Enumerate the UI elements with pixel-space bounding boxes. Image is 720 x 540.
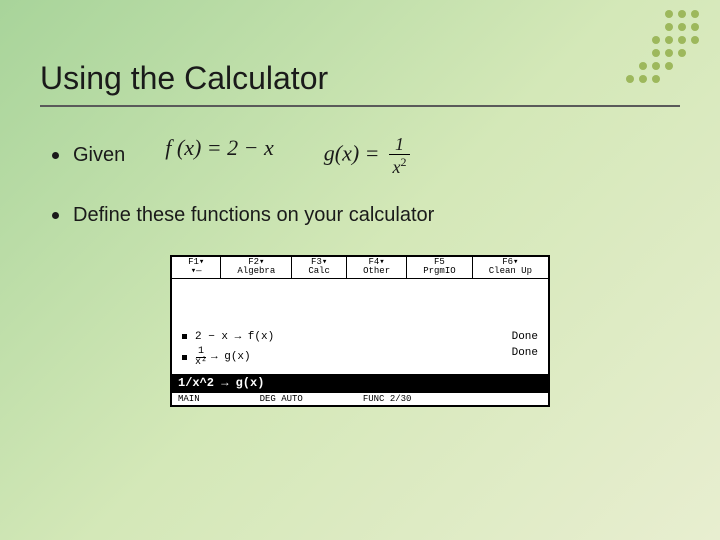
formula-g: g(x) = 1 x2	[324, 135, 410, 176]
calc-history-row: 1 x² → g(x) Done	[178, 345, 542, 370]
page-title: Using the Calculator	[40, 60, 680, 107]
calc-tab-f4: F4▾Other	[347, 257, 407, 278]
formulas: f (x) = 2 − x g(x) = 1 x2	[165, 135, 410, 176]
status-mode: DEG AUTO	[260, 394, 303, 404]
calculator-status-bar: MAIN DEG AUTO FUNC 2/30	[172, 392, 548, 405]
bullet-define-text: Define these functions on your calculato…	[73, 204, 434, 227]
bullet-define: Define these functions on your calculato…	[52, 204, 680, 227]
formula-f: f (x) = 2 − x	[165, 135, 274, 176]
calc-tab-f3: F3▾Calc	[292, 257, 347, 278]
formula-g-fraction: 1 x2	[389, 135, 410, 176]
history-marker-icon	[182, 334, 187, 339]
bullet-dot-icon	[52, 212, 59, 219]
calculator-menu: F1▾▾— F2▾Algebra F3▾Calc F4▾Other F5Prgm…	[172, 257, 548, 279]
calc-result: Done	[512, 331, 538, 343]
slide-content: Using the Calculator Given f (x) = 2 − x…	[0, 0, 720, 437]
formula-g-lhs: g(x) =	[324, 141, 380, 166]
formula-g-num: 1	[389, 135, 410, 155]
calc-tab-f6: F6▾Clean Up	[473, 257, 548, 278]
calc-expr-fraction: 1 x²	[195, 347, 207, 368]
calculator-wrap: F1▾▾— F2▾Algebra F3▾Calc F4▾Other F5Prgm…	[40, 255, 680, 407]
calc-result: Done	[512, 347, 538, 368]
calculator-screenshot: F1▾▾— F2▾Algebra F3▾Calc F4▾Other F5Prgm…	[170, 255, 550, 407]
calculator-history: 2 − x → f(x) Done 1 x² → g(x) Done	[172, 279, 548, 374]
bullet-dot-icon	[52, 152, 59, 159]
calc-tab-f5: F5PrgmIO	[407, 257, 473, 278]
bullet-given: Given f (x) = 2 − x g(x) = 1 x2	[52, 135, 680, 176]
calc-tab-f1: F1▾▾—	[172, 257, 221, 278]
formula-g-den: x2	[393, 155, 407, 176]
calc-history-row: 2 − x → f(x) Done	[178, 329, 542, 345]
decorative-dot-grid	[626, 10, 700, 84]
calc-expr: 2 − x → f(x)	[182, 331, 274, 343]
status-folder: MAIN	[178, 394, 200, 404]
calc-expr: 1 x² → g(x)	[182, 347, 251, 368]
status-func: FUNC 2/30	[363, 394, 412, 404]
calculator-entry-line: 1/x^2 → g(x)	[172, 374, 548, 392]
calc-tab-f2: F2▾Algebra	[221, 257, 292, 278]
history-marker-icon	[182, 355, 187, 360]
bullet-given-text: Given	[73, 144, 125, 167]
